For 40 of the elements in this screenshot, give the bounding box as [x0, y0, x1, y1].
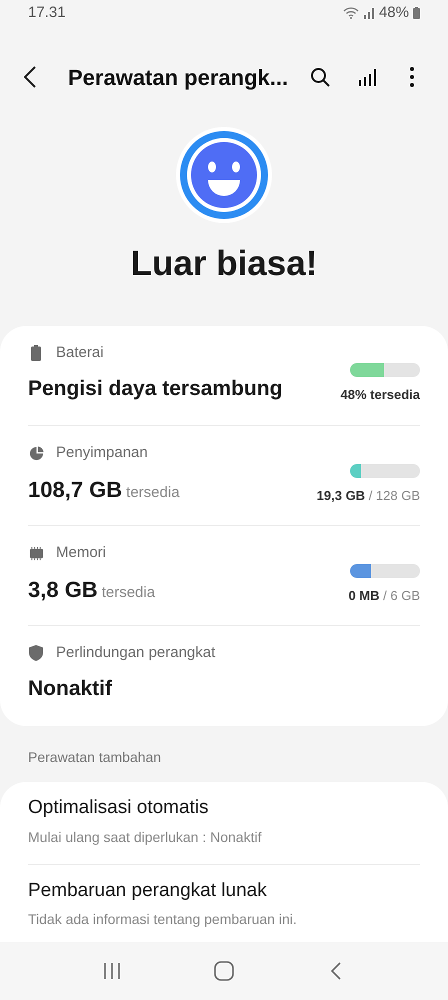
metric-label: Perlindungan perangkat: [56, 643, 216, 663]
metric-label: Memori: [56, 543, 106, 563]
metric-value: Pengisi daya tersambung: [28, 376, 282, 402]
page-title: Perawatan perangk...: [68, 64, 288, 92]
section-header: Perawatan tambahan: [28, 749, 162, 765]
back-nav-icon: [331, 962, 341, 980]
smiley-icon: [175, 126, 273, 224]
signal-icon: [362, 7, 375, 20]
metric-value: 108,7 GB: [28, 476, 122, 504]
item-subtitle: Tidak ada informasi tentang pembaruan ini.: [28, 910, 298, 929]
item-subtitle: Mulai ulang saat diperlukan : Nonaktif: [28, 828, 262, 847]
usage-reading: 48% tersedia: [340, 386, 420, 404]
more-options-icon: [410, 67, 414, 88]
bar-graph-icon: [358, 67, 378, 88]
metric-unit: tersedia: [126, 482, 180, 502]
home-icon: [214, 961, 234, 981]
shield-icon: [29, 645, 43, 662]
usage-reading: 19,3 GB / 128 GB: [316, 487, 420, 505]
metric-unit: tersedia: [102, 582, 156, 602]
metric-label: Penyimpanan: [56, 443, 148, 463]
search-icon: [310, 67, 330, 88]
item-title: Pembaruan perangkat lunak: [28, 878, 268, 902]
chip-icon: [28, 546, 44, 561]
battery-icon: [31, 345, 41, 362]
extras-list-item[interactable]: Pembaruan perangkat lunak Tidak ada informasi tentang pembaruan ini.: [28, 864, 420, 942]
search-button[interactable]: [308, 65, 332, 90]
back-icon: [24, 66, 36, 88]
extras-list-item[interactable]: Optimalisasi otomatis Mulai ulang saat diperlukan : Nonaktif: [28, 782, 420, 864]
battery-charging-icon: [413, 7, 420, 20]
wifi-icon: [342, 7, 359, 20]
status-title: Luar biasa!: [130, 242, 318, 284]
battery-percentage: 48%: [378, 2, 409, 23]
recent-apps-icon: [103, 962, 121, 980]
metric-label: Baterai: [56, 343, 104, 363]
item-title: Optimalisasi otomatis: [28, 796, 210, 820]
metric-value: Nonaktif: [28, 676, 112, 702]
metric-value: 3,8 GB: [28, 576, 98, 604]
status-time: 17.31: [28, 2, 66, 23]
usage-reading: 0 MB / 6 GB: [348, 587, 420, 605]
pie-chart-icon: [28, 446, 44, 461]
